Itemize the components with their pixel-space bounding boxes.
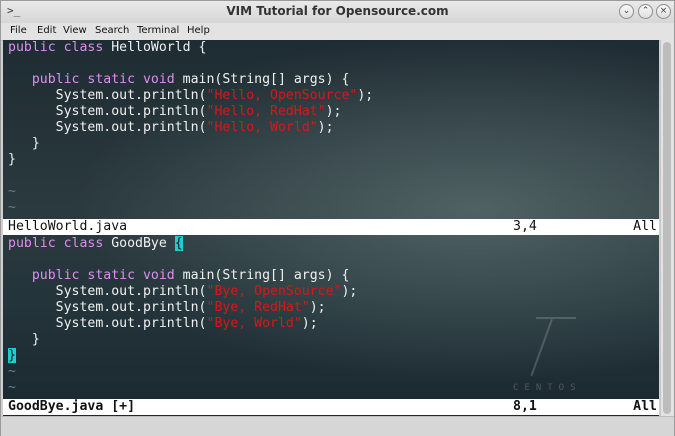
minimize-button[interactable]: ⌄ [619,4,634,19]
menu-bar: File Edit View Search Terminal Help [1,23,674,41]
code-line[interactable]: public class HelloWorld { [8,40,207,56]
code-line[interactable]: } [8,348,16,364]
window-bottom-frame [1,416,674,436]
empty-line-tilde: ~ [8,184,16,199]
code-line[interactable]: System.out.println("Bye, OpenSource"); [8,284,358,300]
maximize-button[interactable]: ⌃ [638,4,653,19]
terminal-window: >_ VIM Tutorial for Opensource.com ⌄ ⌃ ×… [0,0,675,436]
empty-line-tilde: ~ [8,364,16,379]
code-line[interactable]: } [8,332,40,348]
status-scroll: All [633,399,657,414]
code-line[interactable]: public class GoodBye { [8,236,183,252]
vertical-scrollbar[interactable] [660,40,674,416]
status-position: 8,1 [513,399,537,414]
menu-file[interactable]: File [10,25,27,36]
empty-line-tilde: ~ [8,200,16,215]
menu-search[interactable]: Search [95,25,129,36]
code-line[interactable]: System.out.println("Bye, RedHat"); [8,300,326,316]
code-line[interactable]: } [8,136,40,152]
window-title: VIM Tutorial for Opensource.com [226,4,449,18]
code-line[interactable]: System.out.println("Hello, OpenSource"); [8,88,374,104]
centos-seven-watermark [536,317,576,379]
code-line[interactable]: public static void main(String[] args) { [8,268,350,284]
menu-view[interactable]: View [63,25,87,36]
status-scroll: All [633,219,657,234]
status-line-bottom[interactable]: GoodBye.java [+] 8,1 All [3,399,659,415]
code-line[interactable]: public static void main(String[] args) { [8,72,350,88]
code-line[interactable]: System.out.println("Hello, RedHat"); [8,104,342,120]
terminal-area[interactable]: CENTOS public class HelloWorld { public … [3,40,659,416]
status-filename: GoodBye.java [+] [8,399,136,414]
centos-watermark-text: CENTOS [513,383,582,393]
text-cursor: { [174,236,183,251]
scrollbar-thumb[interactable] [663,42,671,414]
code-line[interactable]: System.out.println("Hello, World"); [8,120,334,136]
matching-brace-highlight: } [8,348,16,363]
close-button[interactable]: × [656,4,671,19]
title-bar[interactable]: >_ VIM Tutorial for Opensource.com ⌄ ⌃ × [1,1,674,24]
code-line[interactable]: System.out.println("Bye, World"); [8,316,318,332]
empty-line-tilde: ~ [8,380,16,395]
code-line[interactable]: } [8,152,16,168]
status-filename: HelloWorld.java [8,219,128,234]
menu-terminal[interactable]: Terminal [137,25,179,36]
status-line-top[interactable]: HelloWorld.java 3,4 All [3,219,659,235]
menu-edit[interactable]: Edit [37,25,56,36]
menu-help[interactable]: Help [187,25,210,36]
status-position: 3,4 [513,219,537,234]
